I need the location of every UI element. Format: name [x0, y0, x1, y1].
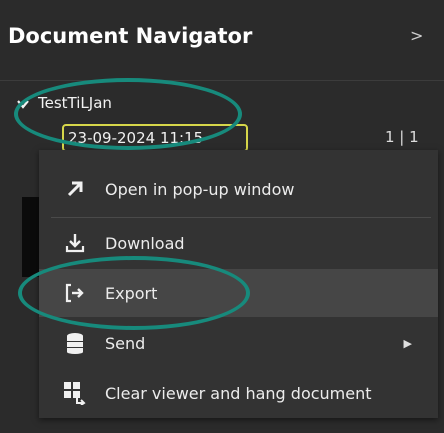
- menu-item-download[interactable]: Download: [39, 219, 438, 267]
- menu-divider: [51, 217, 431, 218]
- context-menu: Open in pop-up window Download Export Se…: [39, 150, 438, 418]
- tree-item[interactable]: TestTiLJan: [16, 94, 112, 112]
- database-send-icon: [63, 331, 87, 355]
- menu-item-label: Send: [105, 333, 146, 353]
- page-count: 1 | 1: [385, 128, 419, 146]
- menu-item-label: Export: [105, 283, 158, 303]
- arrow-up-right-icon: [63, 177, 87, 201]
- menu-item-send[interactable]: Send ▶: [39, 319, 438, 367]
- menu-item-label: Clear viewer and hang document: [105, 383, 372, 403]
- document-navigator-panel: Document Navigator > TestTiLJan 23-09-20…: [0, 0, 444, 433]
- menu-item-label: Download: [105, 233, 185, 253]
- export-icon: [63, 281, 87, 305]
- panel-header: Document Navigator >: [0, 0, 444, 81]
- grid-hang-icon: [63, 381, 87, 405]
- menu-item-label: Open in pop-up window: [105, 179, 295, 199]
- menu-item-export[interactable]: Export: [39, 269, 438, 317]
- download-icon: [63, 231, 87, 255]
- chevron-down-icon[interactable]: [16, 96, 30, 110]
- menu-item-clear-viewer[interactable]: Clear viewer and hang document: [39, 369, 438, 417]
- submenu-arrow-icon: ▶: [403, 336, 412, 350]
- chevron-right-icon[interactable]: >: [410, 26, 423, 45]
- document-date[interactable]: 23-09-2024 11:15: [62, 124, 248, 152]
- menu-item-open-popup[interactable]: Open in pop-up window: [39, 165, 438, 213]
- tree-item-label: TestTiLJan: [38, 94, 112, 112]
- panel-title: Document Navigator: [8, 24, 253, 48]
